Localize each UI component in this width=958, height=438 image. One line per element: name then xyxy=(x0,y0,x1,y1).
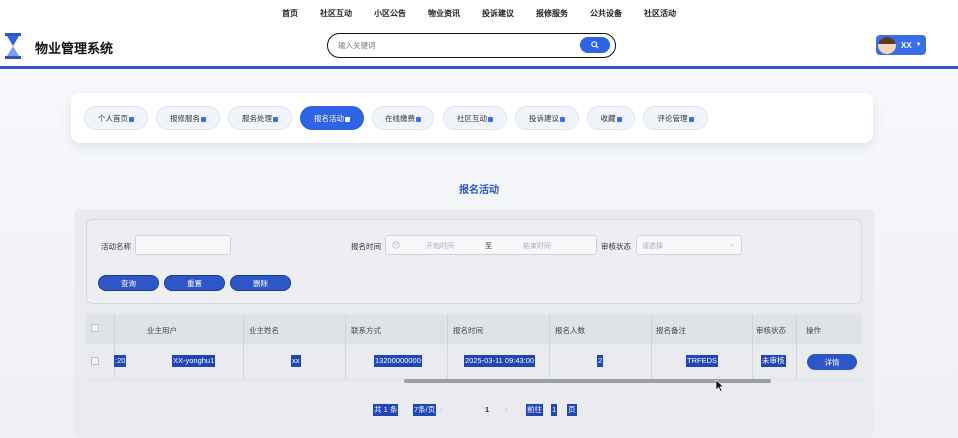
app-title: 物业管理系统 xyxy=(35,41,114,56)
pagination-goto-input[interactable]: 1 xyxy=(551,404,558,416)
cell-prefix: :20 xyxy=(114,355,127,367)
tab-online-payment[interactable]: 在线缴费 xyxy=(372,106,434,130)
status-placeholder: 请选择 xyxy=(642,243,663,250)
column-review-status: 审核状态 xyxy=(756,326,786,335)
bag-icon xyxy=(560,116,565,122)
bag-icon xyxy=(129,116,134,122)
row-checkbox[interactable] xyxy=(91,357,99,365)
nav-repair[interactable]: 报修服务 xyxy=(525,8,579,19)
column-phone: 联系方式 xyxy=(351,326,381,335)
nav-home[interactable]: 首页 xyxy=(271,8,309,19)
column-signup-count: 报名人数 xyxy=(555,326,585,335)
select-all-checkbox[interactable] xyxy=(91,324,99,332)
end-time-placeholder: 结束时间 xyxy=(523,243,551,250)
user-name: XX xyxy=(901,40,912,50)
search-button[interactable] xyxy=(580,37,610,53)
nav-community[interactable]: 社区互动 xyxy=(309,8,363,19)
mouse-cursor-icon xyxy=(715,380,725,392)
column-divider xyxy=(651,315,652,378)
nav-announcements[interactable]: 小区公告 xyxy=(363,8,417,19)
start-time-placeholder: 开始时间 xyxy=(426,243,454,250)
nav-news[interactable]: 物业资讯 xyxy=(417,8,471,19)
tab-profile-home[interactable]: 个人首页 xyxy=(84,106,148,130)
cell-signup-note: TRFEDS xyxy=(686,355,718,367)
pagination-total: 共 1 条 xyxy=(373,404,399,416)
bag-icon xyxy=(201,116,206,122)
column-divider xyxy=(752,315,753,378)
pagination-page-size[interactable]: 7条/页 xyxy=(413,404,437,416)
tab-service-handling[interactable]: 服务处理 xyxy=(228,106,292,130)
page-title: 报名活动 xyxy=(459,185,499,196)
column-owner-name: 业主姓名 xyxy=(249,326,279,335)
pagination-current-page[interactable]: 1 xyxy=(485,404,489,416)
cell-owner-user: XX-yonghu1 xyxy=(172,355,216,367)
tab-repair-service[interactable]: 报修服务 xyxy=(156,106,220,130)
query-button[interactable]: 查询 xyxy=(98,275,159,291)
user-menu[interactable]: XX ▼ xyxy=(876,35,926,55)
bag-icon xyxy=(273,116,278,122)
filter-panel xyxy=(86,219,862,304)
chevron-down-icon: ⌄ xyxy=(729,241,735,248)
delete-button[interactable]: 删除 xyxy=(230,275,291,291)
bag-icon xyxy=(616,116,622,122)
bag-icon xyxy=(488,116,493,122)
cell-owner-name: xx xyxy=(291,355,301,367)
hourglass-logo-icon xyxy=(5,33,21,59)
bag-icon xyxy=(416,116,421,122)
column-divider xyxy=(243,315,244,378)
chevron-down-icon: ▼ xyxy=(915,42,922,48)
search-icon xyxy=(591,41,599,49)
bag-icon xyxy=(688,116,694,122)
nav-facilities[interactable]: 公共设备 xyxy=(579,8,633,19)
tab-favorites[interactable]: 收藏 xyxy=(587,106,635,130)
pagination-goto-label: 前往 xyxy=(526,404,543,416)
prev-page-icon[interactable]: ‹ xyxy=(440,404,443,416)
detail-button[interactable]: 详情 xyxy=(807,354,857,370)
top-navigation: 首页 社区互动 小区公告 物业资讯 投诉建议 报修服务 公共设备 社区活动 xyxy=(0,0,958,27)
next-page-icon[interactable]: › xyxy=(505,404,508,416)
signup-time-range[interactable]: 开始时间 至 结束时间 xyxy=(385,235,597,255)
search-box xyxy=(327,33,616,58)
status-select[interactable]: 请选择 ⌄ xyxy=(636,235,742,255)
tab-comment-management[interactable]: 评论管理 xyxy=(643,106,708,130)
nav-complaints[interactable]: 投诉建议 xyxy=(471,8,525,19)
column-divider xyxy=(447,315,448,378)
search-input[interactable] xyxy=(338,39,568,52)
cell-signup-time: 2025-03-11 09:43:00 xyxy=(464,355,536,367)
tab-activity-signup[interactable]: 报名活动 xyxy=(300,106,364,130)
cell-signup-count: 2 xyxy=(597,355,604,367)
activity-name-label: 活动名称 xyxy=(101,242,131,251)
column-divider xyxy=(114,315,115,378)
activity-name-input[interactable] xyxy=(135,235,231,255)
column-owner-user: 业主用户 xyxy=(147,326,177,335)
clock-icon xyxy=(392,241,400,249)
pagination-page-unit: 页 xyxy=(567,404,577,416)
avatar xyxy=(878,36,896,54)
column-divider xyxy=(549,315,550,378)
bag-icon xyxy=(345,116,350,122)
status-label: 审核状态 xyxy=(601,242,631,251)
column-divider xyxy=(796,315,797,378)
tab-community-interaction[interactable]: 社区互动 xyxy=(443,106,507,130)
cell-phone: 13200000000 xyxy=(374,355,422,367)
column-signup-time: 报名时间 xyxy=(453,326,483,335)
column-divider xyxy=(345,315,346,378)
reset-button[interactable]: 重置 xyxy=(164,275,225,291)
nav-activities[interactable]: 社区活动 xyxy=(633,8,687,19)
column-signup-note: 报名备注 xyxy=(656,326,686,335)
signup-time-label: 报名时间 xyxy=(351,242,381,251)
range-separator: 至 xyxy=(485,243,492,250)
cell-review-status: 未审核 xyxy=(761,355,786,367)
tab-complaints[interactable]: 投诉建议 xyxy=(515,106,579,130)
column-actions: 操作 xyxy=(806,326,821,335)
